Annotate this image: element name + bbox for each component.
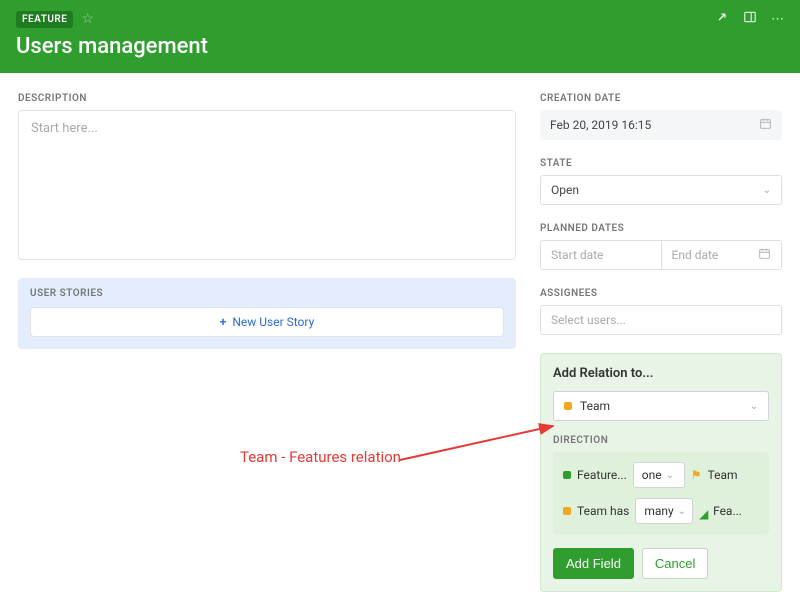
direction-right-label: Fea... <box>713 504 742 518</box>
direction-label: DIRECTION <box>553 435 769 446</box>
start-date-input[interactable]: Start date <box>540 240 661 270</box>
cardinality-value: one <box>642 468 662 482</box>
favorite-star-icon[interactable]: ☆ <box>81 11 94 27</box>
direction-left-label: Feature... <box>577 468 627 482</box>
cancel-button[interactable]: Cancel <box>642 548 708 579</box>
feature-chip-icon <box>563 471 571 479</box>
direction-box: Feature... one ⌄ ⚑ Team Team has many ⌄ <box>553 452 769 534</box>
panel-icon[interactable] <box>743 10 757 28</box>
chevron-down-icon: ⌄ <box>763 185 771 196</box>
calendar-icon <box>759 117 772 133</box>
add-relation-panel: Add Relation to... Team ⌄ DIRECTION Feat… <box>540 353 782 592</box>
state-select[interactable]: Open ⌄ <box>540 175 782 205</box>
creation-date-label: CREATION DATE <box>540 93 782 104</box>
new-user-story-label: New User Story <box>232 315 314 329</box>
creation-date-value: Feb 20, 2019 16:15 <box>550 118 651 132</box>
flag-icon: ⚑ <box>691 468 702 482</box>
start-date-placeholder: Start date <box>551 248 603 262</box>
calendar-icon <box>758 247 771 263</box>
team-chip-icon <box>563 507 571 515</box>
header-top: FEATURE ☆ ⋯ <box>16 10 784 28</box>
leaf-icon: ◢ <box>699 507 707 515</box>
page-title[interactable]: Users management <box>16 34 784 59</box>
relation-entity-select[interactable]: Team ⌄ <box>553 391 769 421</box>
creation-date-field[interactable]: Feb 20, 2019 16:15 <box>540 110 782 140</box>
new-user-story-button[interactable]: + New User Story <box>30 307 504 337</box>
add-field-button[interactable]: Add Field <box>553 548 634 579</box>
end-date-input[interactable]: End date <box>661 240 783 270</box>
state-value: Open <box>551 183 579 197</box>
direction-left-label: Team has <box>577 504 629 518</box>
cardinality-select[interactable]: many ⌄ <box>635 498 693 524</box>
cardinality-select[interactable]: one ⌄ <box>633 462 685 488</box>
user-stories-section: USER STORIES + New User Story <box>18 278 516 349</box>
plus-icon: + <box>220 315 227 329</box>
description-placeholder: Start here... <box>31 121 98 136</box>
entity-type-badge: FEATURE <box>16 11 73 28</box>
direction-row: Feature... one ⌄ ⚑ Team <box>563 462 759 488</box>
description-input[interactable]: Start here... <box>18 110 516 260</box>
more-options-icon[interactable]: ⋯ <box>771 12 784 27</box>
chevron-down-icon: ⌄ <box>678 506 686 517</box>
chevron-down-icon: ⌄ <box>750 401 758 412</box>
add-relation-title: Add Relation to... <box>553 366 769 381</box>
header: FEATURE ☆ ⋯ Users management <box>0 0 800 73</box>
planned-dates-label: PLANNED DATES <box>540 223 782 234</box>
team-chip-icon <box>564 402 572 410</box>
direction-row: Team has many ⌄ ◢ Fea... <box>563 498 759 524</box>
assignees-label: ASSIGNEES <box>540 288 782 299</box>
chevron-down-icon: ⌄ <box>666 470 674 481</box>
direction-right-label: Team <box>708 468 738 482</box>
assignees-placeholder: Select users... <box>551 313 626 327</box>
expand-icon[interactable] <box>715 10 729 28</box>
assignees-select[interactable]: Select users... <box>540 305 782 335</box>
cardinality-value: many <box>644 504 673 518</box>
end-date-placeholder: End date <box>672 248 719 262</box>
state-label: STATE <box>540 158 782 169</box>
description-label: DESCRIPTION <box>18 93 516 104</box>
user-stories-label: USER STORIES <box>30 288 504 299</box>
relation-entity-value: Team <box>580 399 610 413</box>
